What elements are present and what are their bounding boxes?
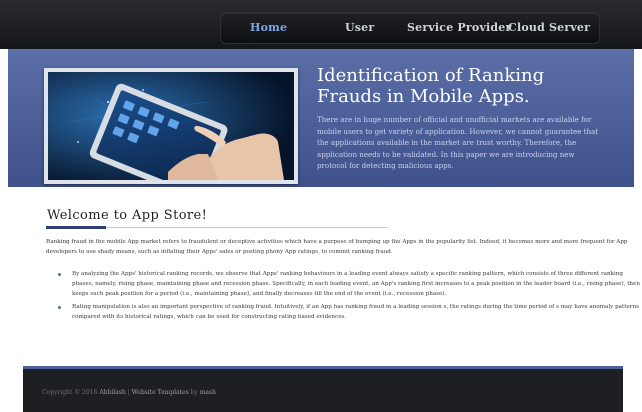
intro-paragraph: Ranking fraud in the mobile App market r… bbox=[46, 239, 628, 255]
footer-vendor-link[interactable]: mash bbox=[200, 389, 216, 396]
copyright-text: Copyright © 2016 bbox=[42, 389, 98, 396]
banner-description: There are in huge number of official and… bbox=[317, 115, 599, 171]
title-divider-accent bbox=[46, 226, 106, 229]
footer-author-link[interactable]: Abhilash bbox=[99, 389, 125, 396]
list-item-text: By analyzing the Apps' historical rankin… bbox=[72, 271, 640, 297]
footer-by-text: by bbox=[188, 389, 200, 396]
list-item-text: Rating manipulation is also an important… bbox=[72, 304, 639, 321]
banner-title: Identification of Ranking Frauds in Mobi… bbox=[317, 65, 545, 107]
list-item: Rating manipulation is also an important… bbox=[56, 303, 642, 323]
list-item: By analyzing the Apps' historical rankin… bbox=[56, 270, 642, 299]
nav-item-cloud-server[interactable]: Cloud Server bbox=[508, 21, 590, 34]
feature-list: By analyzing the Apps' historical rankin… bbox=[56, 270, 642, 327]
nav-item-service-provider[interactable]: Service Provider bbox=[407, 21, 512, 34]
page-title: Welcome to App Store! bbox=[47, 208, 208, 223]
nav-item-home[interactable]: Home bbox=[250, 21, 287, 34]
footer-templates-link[interactable]: Website Templates bbox=[132, 389, 189, 396]
footer-copyright: Copyright © 2016 Abhilash | Website Temp… bbox=[42, 389, 216, 396]
hand-touching-tablet-icon bbox=[44, 68, 298, 184]
bullet-dot-icon bbox=[58, 306, 61, 310]
bullet-dot-icon bbox=[58, 273, 61, 276]
nav-item-user[interactable]: User bbox=[345, 21, 374, 34]
